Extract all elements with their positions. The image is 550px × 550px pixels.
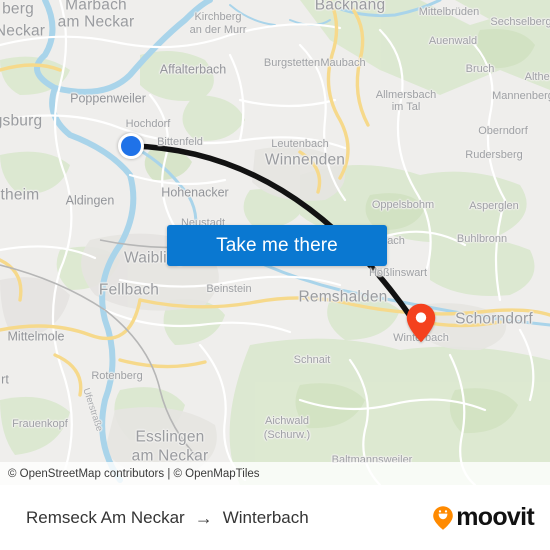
moovit-route-widget: berg Neckar Marbach am Neckar Kirchberg an de… <box>0 0 550 550</box>
origin-marker-dot[interactable] <box>118 133 144 159</box>
moovit-pin-icon <box>433 505 454 530</box>
arrow-right-icon: → <box>194 507 213 528</box>
map-canvas[interactable]: berg Neckar Marbach am Neckar Kirchberg an de… <box>0 0 550 485</box>
take-me-there-button[interactable]: Take me there <box>167 225 387 266</box>
route-summary: Remseck Am Neckar → Winterbach <box>26 508 309 528</box>
moovit-logo[interactable]: moovit <box>432 503 535 531</box>
route-origin-label: Remseck Am Neckar <box>26 507 185 527</box>
destination-map-pin-icon[interactable] <box>406 303 436 343</box>
cta-button-label: Take me there <box>216 234 338 256</box>
footer-bar: Remseck Am Neckar → Winterbach moovit <box>0 485 550 550</box>
map-attribution-text[interactable]: © OpenStreetMap contributors | © OpenMap… <box>8 468 260 480</box>
moovit-wordmark: moovit <box>456 503 534 531</box>
route-destination-label: Winterbach <box>222 507 309 527</box>
map-attribution-bar: © OpenStreetMap contributors | © OpenMap… <box>0 462 550 485</box>
